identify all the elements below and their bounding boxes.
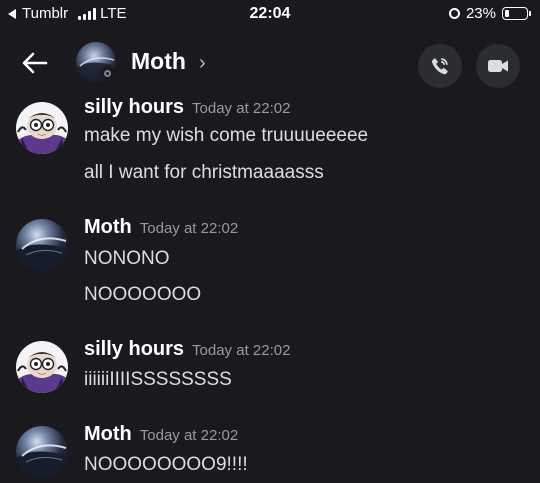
moth-avatar-image [16, 219, 68, 271]
back-arrow-icon[interactable] [20, 48, 50, 78]
alarm-icon [448, 8, 460, 19]
message-text: make my wish come truuuueeeee [84, 125, 369, 146]
user-avatar[interactable] [16, 219, 68, 271]
message-text: NOOOOOOOO9!!!! [84, 454, 248, 475]
video-camera-icon [488, 60, 508, 72]
user-avatar[interactable] [16, 102, 68, 154]
message-author[interactable]: Moth Today at 22:02 [84, 216, 238, 239]
silly-hours-avatar-image [16, 102, 68, 154]
chevron-right-icon[interactable]: › [199, 52, 206, 75]
author-name[interactable]: Moth [84, 216, 132, 238]
silly-hours-avatar-image [16, 341, 68, 393]
message-timestamp: Today at 22:02 [139, 220, 239, 237]
author-name[interactable]: silly hours [84, 96, 184, 118]
moth-avatar-image [16, 426, 68, 478]
author-name[interactable]: silly hours [84, 338, 184, 360]
battery-icon [502, 7, 531, 20]
author-name[interactable]: Moth [84, 423, 132, 445]
battery-percent: 23% [465, 5, 496, 22]
message-text: iiiiiiIIIISSSSSSSS [84, 369, 232, 390]
message-author[interactable]: Moth Today at 22:02 [84, 423, 238, 446]
message-text: all I want for christmaaaasss [84, 162, 324, 183]
voice-call-button[interactable] [418, 44, 462, 88]
user-avatar[interactable] [16, 341, 68, 393]
offline-status-icon [100, 66, 114, 80]
status-right: 23% [448, 5, 531, 22]
message-timestamp: Today at 22:02 [192, 100, 291, 117]
user-avatar[interactable] [16, 426, 68, 478]
channel-name[interactable]: Moth [131, 48, 186, 75]
message-author[interactable]: silly hours Today at 22:02 [84, 96, 290, 119]
message-author[interactable]: silly hours Today at 22:02 [84, 338, 290, 361]
message-text: NONONO [84, 248, 170, 269]
video-call-button[interactable] [476, 44, 520, 88]
chat-header: Moth › [0, 32, 540, 96]
message-text: NOOOOOOO [84, 284, 202, 305]
message-timestamp: Today at 22:02 [192, 342, 291, 359]
message-timestamp: Today at 22:02 [139, 427, 239, 444]
phone-icon [431, 58, 448, 75]
status-bar: Tumblr LTE 22:04 23% [0, 0, 540, 30]
